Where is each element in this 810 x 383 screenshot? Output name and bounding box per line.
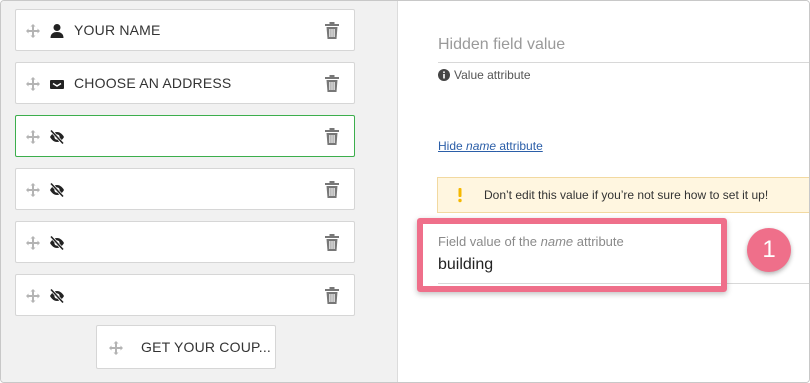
callout-highlight-box xyxy=(417,218,727,292)
eye-slash-icon xyxy=(49,288,65,304)
field-settings-panel: Hidden field value Value attribute Hide … xyxy=(398,1,809,382)
move-icon[interactable] xyxy=(25,182,41,198)
move-icon[interactable] xyxy=(25,76,41,92)
coupon-button-label: GET YOUR COUP... xyxy=(141,339,272,355)
get-coupon-button[interactable]: GET YOUR COUP... xyxy=(96,325,276,369)
trash-icon[interactable] xyxy=(324,234,340,251)
form-field-your-name[interactable]: YOUR NAME xyxy=(15,9,355,51)
trash-icon[interactable] xyxy=(324,22,340,39)
form-fields-panel: YOUR NAME CHOOSE AN ADDRESS GET YOUR COU… xyxy=(1,1,398,382)
form-field-hidden-active[interactable] xyxy=(15,115,355,157)
info-icon xyxy=(438,69,450,81)
value-attribute-label: Value attribute xyxy=(454,68,531,82)
trash-icon[interactable] xyxy=(324,128,340,145)
warning-banner: Don’t edit this value if you’re not sure… xyxy=(437,177,809,213)
move-icon[interactable] xyxy=(25,235,41,251)
callout-number-badge: 1 xyxy=(747,228,791,272)
field-label: YOUR NAME xyxy=(74,22,161,38)
app-window: YOUR NAME CHOOSE AN ADDRESS GET YOUR COU… xyxy=(0,0,810,383)
hidden-field-value-title: Hidden field value xyxy=(438,36,566,53)
form-field-choose-address[interactable]: CHOOSE AN ADDRESS xyxy=(15,62,355,104)
eye-slash-icon xyxy=(49,235,65,251)
link-text-em: name xyxy=(466,139,497,153)
hide-name-attribute-link[interactable]: Hide name attribute xyxy=(438,139,543,153)
move-icon[interactable] xyxy=(25,23,41,39)
trash-icon[interactable] xyxy=(324,287,340,304)
eye-slash-icon xyxy=(49,182,65,198)
move-icon[interactable] xyxy=(108,340,124,356)
move-icon[interactable] xyxy=(25,288,41,304)
trash-icon[interactable] xyxy=(324,75,340,92)
move-icon[interactable] xyxy=(25,129,41,145)
address-card-icon xyxy=(50,80,64,89)
divider xyxy=(438,62,809,63)
field-label: CHOOSE AN ADDRESS xyxy=(74,75,232,91)
form-field-hidden[interactable] xyxy=(15,168,355,210)
exclamation-icon xyxy=(458,188,462,203)
value-attribute-hint: Value attribute xyxy=(438,68,531,82)
link-text: Hide xyxy=(438,139,467,153)
form-field-hidden[interactable] xyxy=(15,274,355,316)
form-field-hidden[interactable] xyxy=(15,221,355,263)
eye-slash-icon xyxy=(49,129,65,145)
trash-icon[interactable] xyxy=(324,181,340,198)
user-icon xyxy=(50,24,64,38)
warning-text: Don’t edit this value if you’re not sure… xyxy=(484,188,769,202)
link-text: attribute xyxy=(496,139,543,153)
